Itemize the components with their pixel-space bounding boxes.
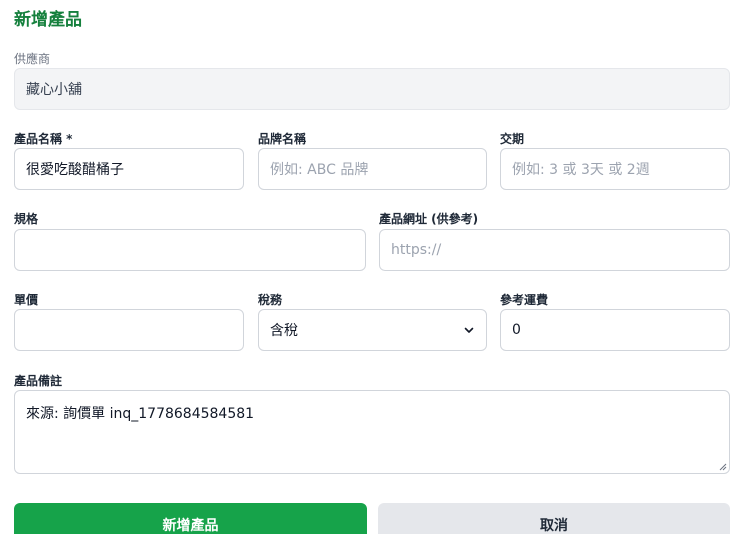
- product-url-input[interactable]: https://: [379, 229, 730, 271]
- shipping-label: 參考運費: [500, 293, 549, 307]
- notes-text: 來源: 詢價單 inq_1778684584581: [26, 406, 255, 422]
- tax-label: 稅務: [258, 293, 283, 307]
- tax-select[interactable]: 含稅: [258, 309, 487, 351]
- brand-name-label: 品牌名稱: [258, 132, 307, 146]
- page-title: 新增產品: [14, 10, 82, 30]
- notes-textarea[interactable]: 來源: 詢價單 inq_1778684584581: [14, 390, 730, 474]
- brand-name-input[interactable]: 例如: ABC 品牌: [258, 148, 487, 190]
- unit-price-label: 單價: [14, 293, 39, 307]
- chevron-down-icon: [464, 327, 474, 333]
- spec-input[interactable]: [14, 229, 366, 271]
- supplier-field: 藏心小舖: [14, 68, 730, 110]
- lead-time-input[interactable]: 例如: 3 或 3天 或 2週: [500, 148, 730, 190]
- supplier-label: 供應商: [14, 52, 51, 66]
- resize-handle-icon[interactable]: [718, 462, 727, 471]
- cancel-button[interactable]: 取消: [378, 503, 730, 534]
- product-url-label: 產品網址 (供參考): [379, 212, 479, 226]
- product-name-label: 產品名稱 *: [14, 132, 73, 146]
- add-product-form: 新增產品 供應商 藏心小舖 產品名稱 * 很愛吃酸醋桶子 品牌名稱 例如: AB…: [0, 0, 740, 534]
- spec-label: 規格: [14, 212, 39, 226]
- submit-button[interactable]: 新增產品: [14, 503, 367, 534]
- shipping-input[interactable]: 0: [500, 309, 730, 351]
- notes-label: 產品備註: [14, 374, 63, 388]
- unit-price-input[interactable]: [14, 309, 244, 351]
- product-name-input[interactable]: 很愛吃酸醋桶子: [14, 148, 244, 190]
- tax-selected-value: 含稅: [270, 323, 298, 339]
- lead-time-label: 交期: [500, 132, 525, 146]
